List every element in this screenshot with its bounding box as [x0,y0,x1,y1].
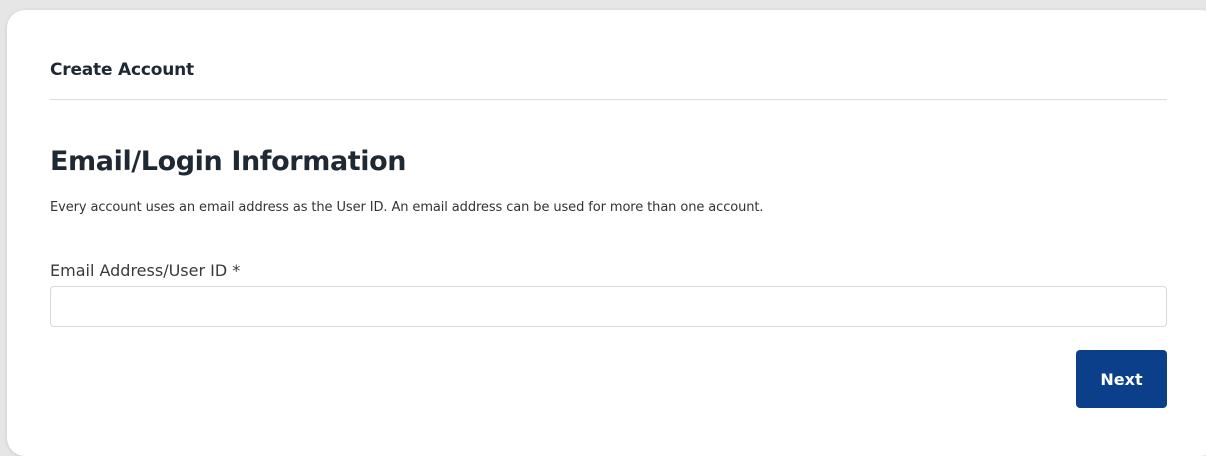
email-input[interactable] [50,286,1167,327]
create-account-card: Create Account Email/Login Information E… [7,10,1206,456]
email-field-label: Email Address/User ID * [50,261,241,280]
card-header: Create Account [50,59,1167,100]
section-title: Email/Login Information [50,146,407,177]
card-header-title: Create Account [50,60,194,80]
next-button[interactable]: Next [1076,350,1167,408]
section-description: Every account uses an email address as t… [50,200,764,215]
